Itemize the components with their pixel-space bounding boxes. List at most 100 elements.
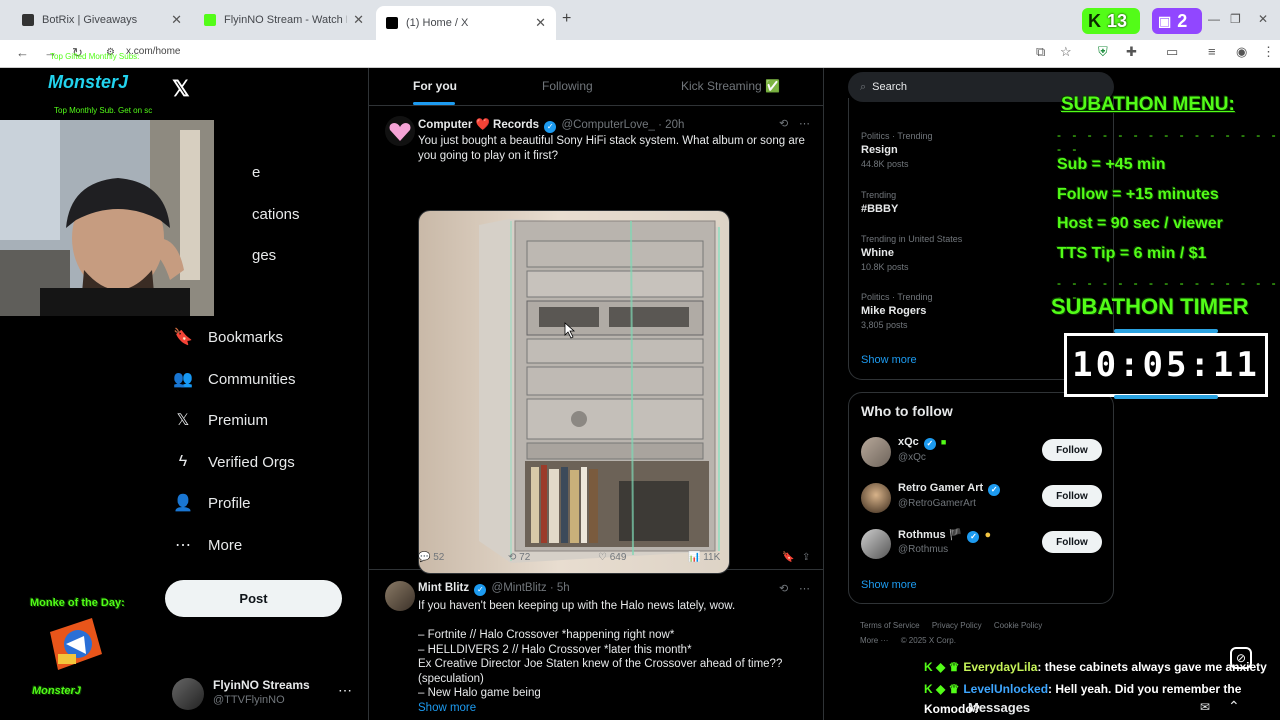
communities-icon: 👥 [173, 371, 193, 388]
reply-button[interactable]: 💬 52 [418, 552, 444, 563]
repost-button[interactable]: ⟲ 72 [508, 552, 530, 563]
more-circle-icon: ⋯ [175, 537, 191, 554]
tab-kick-streaming[interactable]: Kick Streaming ✅ [681, 79, 780, 93]
person-icon: 👤 [173, 495, 193, 512]
x-logo-icon[interactable]: 𝕏 [172, 76, 190, 102]
tweet-time[interactable]: 20h [665, 119, 684, 131]
nav-messages-partial[interactable]: ges [252, 247, 276, 264]
like-button[interactable]: ♡ 649 [598, 552, 626, 563]
tab-close-icon[interactable]: ✕ [535, 15, 546, 31]
bookmark-star-icon[interactable]: ☆ [1060, 44, 1072, 60]
follow-suggestion-retrogamerart[interactable]: Retro Gamer Art ✓ @RetroGamerArt Follow [861, 481, 1109, 517]
footer-link[interactable]: Privacy Policy [932, 621, 982, 630]
install-app-icon[interactable]: ⧉ [1036, 44, 1045, 60]
x-favicon-icon [386, 17, 398, 29]
messages-drawer-label[interactable]: Messages [968, 700, 1030, 715]
suggestion-handle: @xQc [898, 452, 926, 463]
author-name[interactable]: Mint Blitz [418, 582, 469, 594]
subathon-timer: 10:05:11 [1064, 333, 1268, 397]
bookmark-icon[interactable]: 🔖 [782, 552, 794, 563]
trend-item[interactable]: Trending in United States Whine 10.8K po… [861, 234, 962, 272]
views-button[interactable]: 📊 11K [688, 552, 720, 563]
footer-link[interactable]: More ··· [860, 636, 888, 645]
overlay-monke-title: Monke of the Day: [30, 597, 125, 609]
new-tab-button[interactable]: + [562, 10, 571, 28]
tweet-mint-blitz[interactable]: Mint Blitz ✓ @MintBlitz · 5h ⟲ ⋯ If you … [369, 571, 824, 720]
shield-extension-icon[interactable]: ⛨ [1098, 44, 1108, 60]
trend-item[interactable]: Trending #BBBY [861, 190, 898, 215]
trends-show-more-link[interactable]: Show more [861, 354, 917, 366]
account-switcher[interactable]: FlyinNO Streams @TTVFlyinNO ⋯ [172, 676, 362, 712]
show-more-link[interactable]: Show more [418, 701, 782, 716]
extensions-icon[interactable]: ✚ [1126, 44, 1137, 60]
trend-item[interactable]: Politics · Trending Resign 44.8K posts [861, 131, 933, 169]
author-handle[interactable]: @MintBlitz [492, 582, 547, 594]
gold-badge-icon: ● [984, 529, 992, 541]
kick-logo-icon: K [1088, 10, 1101, 31]
tab-following[interactable]: Following [542, 79, 593, 93]
tweet-more-icon[interactable]: ⋯ [799, 582, 810, 595]
suggestion-name[interactable]: Retro Gamer Art ✓ [898, 482, 1002, 496]
follow-suggestion-rothmus[interactable]: Rothmus 🏴 ✓ ● @Rothmus Follow [861, 527, 1109, 563]
avatar[interactable] [385, 116, 415, 146]
botrix-favicon-icon [22, 14, 34, 26]
footer-link[interactable]: Cookie Policy [994, 621, 1042, 630]
tweet-more-icon[interactable]: ⋯ [799, 117, 810, 130]
grok-icon[interactable]: ⟲ [779, 582, 788, 595]
tweet-header: Computer ❤️ Records ✓ @ComputerLove_ · 2… [418, 119, 685, 133]
minimize-icon[interactable]: — [1208, 12, 1220, 26]
avatar[interactable] [385, 581, 415, 611]
tab-kick-stream[interactable]: FlyinNO Stream - Watch Live on ✕ [194, 6, 374, 34]
back-icon[interactable]: ← [16, 45, 29, 60]
side-panel-icon[interactable]: ▭ [1166, 44, 1178, 60]
downloads-icon[interactable]: ≡ [1208, 44, 1216, 59]
profile-icon[interactable]: ◉ [1236, 44, 1247, 60]
nav-notifications-partial[interactable]: cations [252, 206, 300, 223]
follow-button[interactable]: Follow [1042, 531, 1102, 553]
nav-bookmarks[interactable]: 🔖 Bookmarks [172, 322, 283, 352]
maximize-icon[interactable]: ❐ [1230, 12, 1241, 26]
tweet-time[interactable]: 5h [557, 582, 570, 594]
author-handle[interactable]: @ComputerLove_ [561, 119, 655, 131]
tab-botrix[interactable]: BotRix | Giveaways ✕ [12, 6, 192, 34]
follow-button[interactable]: Follow [1042, 485, 1102, 507]
chat-message: K ◆ ♛ EverydayLila: these cabinets always… [924, 660, 1267, 674]
author-name[interactable]: Computer ❤️ Records [418, 119, 539, 131]
footer-link[interactable]: Terms of Service [860, 621, 920, 630]
suggestion-name[interactable]: Rothmus 🏴 ✓ ● [898, 528, 991, 543]
grok-icon[interactable]: ⟲ [779, 117, 788, 130]
nav-premium[interactable]: 𝕏 Premium [172, 405, 268, 435]
trend-item[interactable]: Politics · Trending Mike Rogers 3,805 po… [861, 292, 933, 330]
avatar[interactable] [861, 529, 891, 559]
follow-button[interactable]: Follow [1042, 439, 1102, 461]
tab-x-home[interactable]: (1) Home / X ✕ [376, 6, 556, 40]
avatar[interactable] [861, 437, 891, 467]
account-more-icon[interactable]: ⋯ [338, 682, 352, 699]
nav-label: Profile [208, 494, 251, 512]
nav-profile[interactable]: 👤 Profile [172, 488, 251, 518]
new-message-icon[interactable]: ✉ [1200, 700, 1210, 714]
who-to-follow-show-more-link[interactable]: Show more [861, 579, 917, 591]
tweet-text: If you haven't been keeping up with the … [418, 600, 783, 716]
close-window-icon[interactable]: ✕ [1258, 12, 1268, 26]
tab-close-icon[interactable]: ✕ [353, 12, 364, 28]
follow-suggestion-xqc[interactable]: xQc ✓ ■ @xQc Follow [861, 435, 1109, 471]
tweet-media-hifi-cabinet[interactable] [418, 210, 730, 574]
avatar[interactable] [861, 483, 891, 513]
suggestion-name[interactable]: xQc ✓ ■ [898, 436, 946, 450]
share-icon[interactable]: ⇪ [802, 552, 810, 563]
tab-for-you[interactable]: For you [413, 79, 457, 93]
menu-kebab-icon[interactable]: ⋮ [1262, 44, 1275, 60]
nav-communities[interactable]: 👥 Communities [172, 364, 296, 394]
tab-close-icon[interactable]: ✕ [171, 12, 182, 28]
suggestion-handle: @RetroGamerArt [898, 498, 976, 509]
nav-more[interactable]: ⋯ More [172, 530, 242, 560]
verified-badge-icon: ✓ [544, 121, 557, 133]
nav-verified-orgs[interactable]: ϟ Verified Orgs [172, 447, 295, 477]
chat-settings-icon[interactable]: ⊘ [1230, 647, 1252, 669]
tweet-computer-records[interactable]: Computer ❤️ Records ✓ @ComputerLove_ · 2… [369, 106, 824, 574]
subathon-timer-title: SUBATHON TIMER [1051, 294, 1249, 319]
nav-home-partial[interactable]: e [252, 164, 260, 181]
post-button[interactable]: Post [165, 580, 342, 617]
chevron-up-icon[interactable]: ⌃ [1228, 698, 1240, 715]
